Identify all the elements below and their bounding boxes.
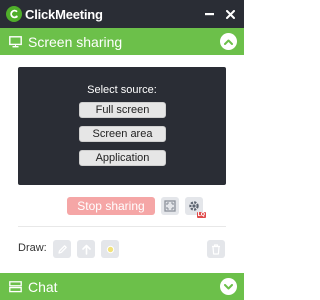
pencil-button[interactable] [53, 240, 71, 258]
screen-sharing-header[interactable]: Screen sharing [0, 28, 244, 55]
divider [18, 226, 226, 227]
chevron-up-icon [224, 39, 233, 45]
trash-icon [212, 243, 220, 255]
collapse-toggle[interactable] [220, 33, 237, 50]
title-bar: ClickMeeting [0, 0, 244, 28]
chevron-down-icon [224, 283, 233, 289]
chat-icon [9, 280, 22, 298]
source-selection-panel: Select source: Full screen Screen area A… [18, 67, 226, 185]
highlight-dot-button[interactable] [101, 240, 119, 258]
minimize-icon [204, 12, 214, 15]
app-title: ClickMeeting [25, 7, 103, 22]
fit-screen-icon [164, 200, 176, 212]
fit-screen-button[interactable] [161, 197, 179, 215]
chat-label: Chat [28, 279, 58, 295]
minimize-button[interactable] [200, 5, 218, 23]
screen-area-button[interactable]: Screen area [79, 126, 166, 142]
draw-label: Draw: [18, 242, 47, 254]
pencil-icon [57, 244, 67, 254]
quality-badge: LQ [196, 212, 206, 218]
application-button[interactable]: Application [79, 150, 166, 166]
select-source-title: Select source: [87, 84, 157, 96]
stop-sharing-button[interactable]: Stop sharing [67, 197, 155, 215]
full-screen-button[interactable]: Full screen [79, 102, 166, 118]
chat-header[interactable]: Chat [0, 273, 244, 300]
pointer-button[interactable] [77, 240, 95, 258]
clickmeeting-logo-icon [6, 6, 22, 22]
close-icon [225, 9, 235, 19]
expand-toggle[interactable] [220, 278, 237, 295]
close-button[interactable] [221, 5, 239, 23]
quality-settings-button[interactable]: LQ [185, 197, 206, 218]
highlight-dot-icon [106, 245, 114, 253]
pointer-arrow-icon [81, 244, 91, 255]
monitor-icon [9, 35, 22, 53]
quality-settings-icon [189, 201, 199, 211]
screen-sharing-label: Screen sharing [28, 34, 123, 50]
clear-drawing-button[interactable] [207, 240, 225, 258]
